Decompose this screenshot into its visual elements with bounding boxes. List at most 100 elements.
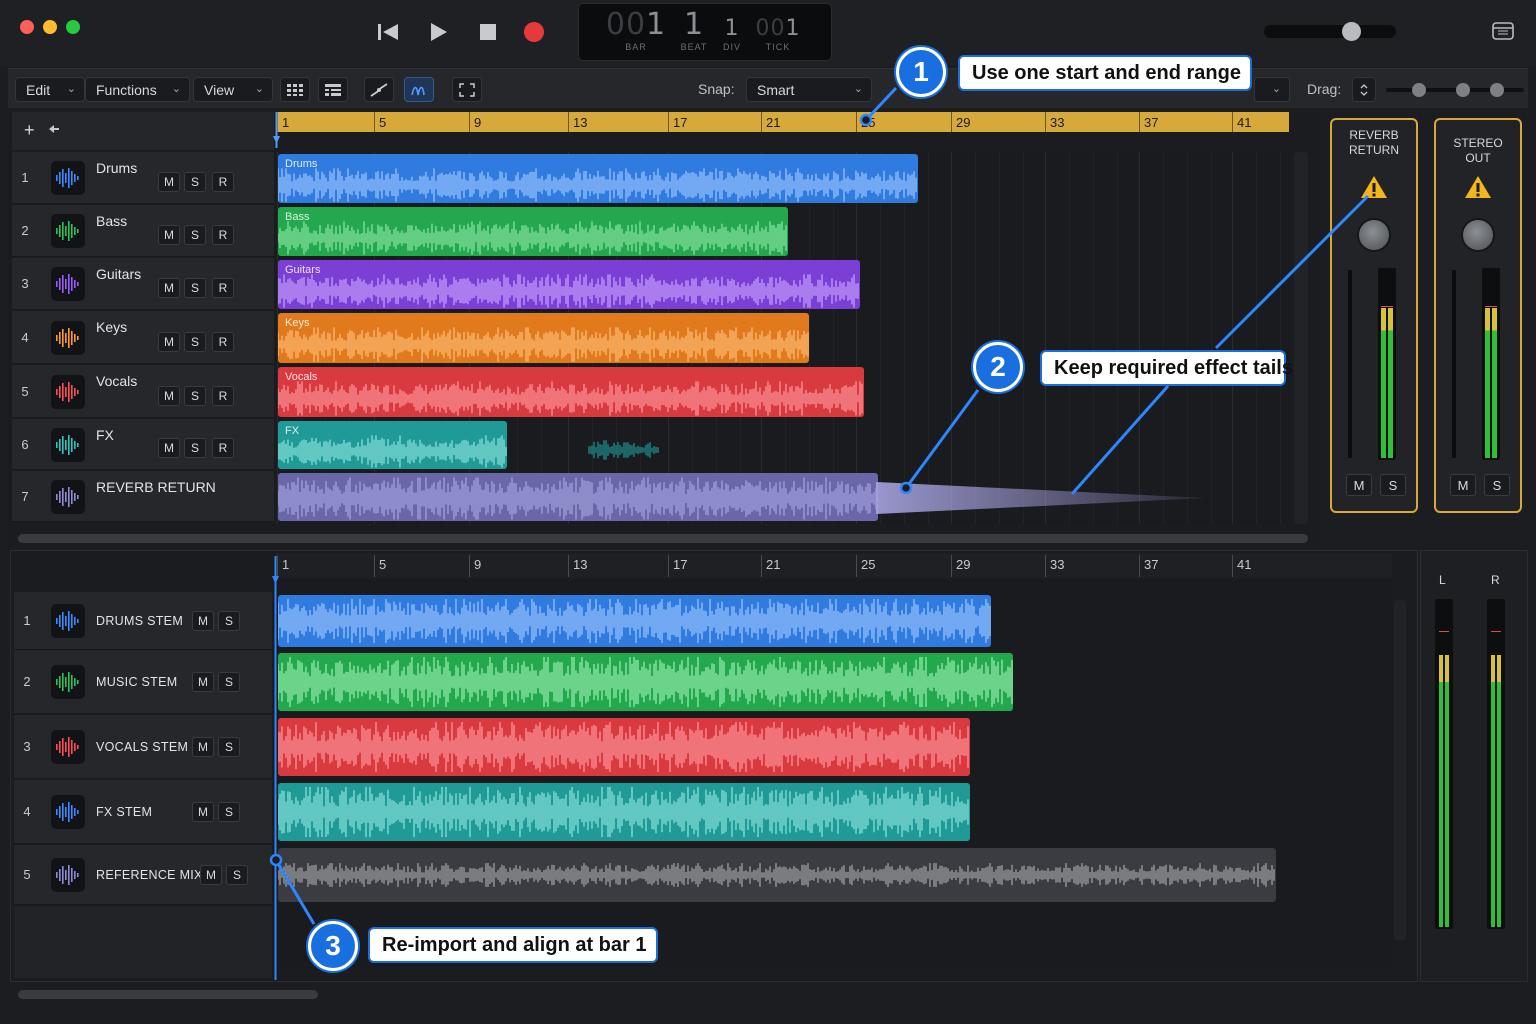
stem-region-vocals-stem[interactable]	[278, 718, 970, 776]
region-reverb-return[interactable]	[278, 473, 878, 521]
grid-view-button[interactable]	[280, 77, 310, 102]
horizontal-scrollbar[interactable]	[18, 534, 1308, 543]
stem-header-reference-mix[interactable]: 5 REFERENCE MIX M S	[14, 845, 272, 905]
region-keys[interactable]: Keys	[278, 313, 809, 363]
stem-header-drums-stem[interactable]: 1 DRUMS STEM M S	[14, 592, 272, 650]
close-window-button[interactable]	[20, 20, 34, 34]
stem-region-fx-stem[interactable]	[278, 783, 970, 841]
zoom-slider-handle[interactable]	[1412, 83, 1426, 97]
tick-value: 1	[785, 16, 801, 41]
stems-vertical-scrollbar[interactable]	[1394, 600, 1406, 940]
height-slider-handle[interactable]	[1456, 83, 1470, 97]
track-options-button[interactable]	[48, 122, 60, 140]
pan-knob[interactable]	[1461, 218, 1495, 252]
solo-button[interactable]: S	[218, 802, 240, 822]
stem-header-fx-stem[interactable]: 4 FX STEM M S	[14, 780, 272, 844]
record-arm-button[interactable]: R	[212, 172, 234, 192]
mute-button[interactable]: M	[158, 278, 180, 298]
drag-mode-select-collapsed[interactable]: ⌄	[1254, 77, 1290, 102]
vertical-scrollbar[interactable]	[1294, 152, 1308, 524]
add-track-button[interactable]: +	[24, 120, 35, 141]
solo-button[interactable]: S	[218, 611, 240, 631]
snap-select[interactable]: Smart ⌄	[746, 77, 872, 102]
track-header-drums[interactable]: 1 Drums M S R	[12, 152, 274, 204]
stems-horizontal-scrollbar[interactable]	[18, 990, 318, 999]
mute-button[interactable]: M	[192, 611, 214, 631]
stem-waveform	[278, 852, 1276, 898]
region-drums[interactable]: Drums	[278, 154, 918, 203]
region-fx[interactable]: FX	[278, 421, 507, 469]
region-guitars[interactable]: Guitars	[278, 260, 860, 309]
master-volume-slider[interactable]	[1264, 25, 1396, 38]
solo-button[interactable]: S	[184, 225, 206, 245]
track-header-bass[interactable]: 2 Bass M S R	[12, 205, 274, 257]
mute-button[interactable]: M	[192, 737, 214, 757]
mute-button[interactable]: M	[158, 438, 180, 458]
master-meter-right	[1487, 599, 1505, 929]
track-header-vocals[interactable]: 5 Vocals M S R	[12, 365, 274, 418]
flex-time-button[interactable]	[404, 77, 434, 102]
stop-button[interactable]	[472, 16, 504, 48]
mute-button[interactable]: M	[158, 225, 180, 245]
stem-region-drums-stem[interactable]	[278, 595, 991, 647]
stems-playhead[interactable]	[272, 556, 279, 980]
record-arm-button[interactable]: R	[212, 386, 234, 406]
functions-menu[interactable]: Functions ⌄	[85, 77, 190, 102]
record-arm-button[interactable]: R	[212, 332, 234, 352]
volume-fader[interactable]	[1452, 270, 1456, 458]
record-button[interactable]	[518, 16, 550, 48]
minimize-window-button[interactable]	[43, 20, 57, 34]
timeline-ruler[interactable]: 1 5 9 13 17 21 25 29 33 37 41	[277, 112, 1289, 132]
mute-button[interactable]: M	[158, 386, 180, 406]
stem-region-music-stem[interactable]	[278, 653, 1013, 711]
play-button[interactable]	[422, 16, 454, 48]
track-header-reverb-return[interactable]: 7 REVERB RETURN	[12, 471, 274, 522]
volume-fader[interactable]	[1348, 270, 1352, 458]
solo-button[interactable]: S	[1484, 474, 1510, 496]
record-arm-button[interactable]: R	[212, 278, 234, 298]
solo-button[interactable]: S	[218, 737, 240, 757]
solo-button[interactable]: S	[226, 865, 248, 885]
zoom-window-button[interactable]	[66, 20, 80, 34]
stems-timeline-ruler[interactable]: 1 5 9 13 17 21 25 29 33 37 41	[276, 553, 1392, 578]
track-header-guitars[interactable]: 3 Guitars M S R	[12, 258, 274, 310]
master-volume-handle[interactable]	[1342, 22, 1361, 41]
position-display[interactable]: 001 BAR 1 BEAT 1 DIV 001 TICK	[578, 3, 832, 61]
track-number: 2	[21, 223, 29, 238]
record-arm-button[interactable]: R	[212, 225, 234, 245]
track-header-keys[interactable]: 4 Keys M S R	[12, 311, 274, 364]
solo-button[interactable]: S	[218, 672, 240, 692]
edit-menu[interactable]: Edit ⌄	[15, 77, 85, 102]
mute-button[interactable]: M	[1346, 474, 1372, 496]
mute-button[interactable]: M	[158, 332, 180, 352]
mute-button[interactable]: M	[192, 672, 214, 692]
mute-button[interactable]: M	[200, 865, 222, 885]
region-vocals[interactable]: Vocals	[278, 367, 864, 417]
solo-button[interactable]: S	[184, 332, 206, 352]
stem-number: 2	[23, 674, 31, 689]
playhead-marker[interactable]	[273, 112, 280, 148]
track-header-fx[interactable]: 6 FX M S R	[12, 419, 274, 470]
stem-header-music-stem[interactable]: 2 MUSIC STEM M S	[14, 650, 272, 714]
solo-button[interactable]: S	[184, 278, 206, 298]
view-menu[interactable]: View ⌄	[193, 77, 273, 102]
automation-button[interactable]	[364, 77, 394, 102]
solo-button[interactable]: S	[184, 438, 206, 458]
list-view-button[interactable]	[318, 77, 348, 102]
record-arm-button[interactable]: R	[212, 438, 234, 458]
mute-button[interactable]: M	[1450, 474, 1476, 496]
stem-header-vocals-stem[interactable]: 3 VOCALS STEM M S	[14, 715, 272, 779]
drag-stepper[interactable]	[1352, 77, 1376, 102]
rewind-to-start-button[interactable]	[372, 16, 404, 48]
pan-knob[interactable]	[1357, 218, 1391, 252]
solo-button[interactable]: S	[1380, 474, 1406, 496]
waveform-zoom-handle[interactable]	[1490, 83, 1504, 97]
zoom-to-fit-button[interactable]	[452, 77, 482, 102]
window-layout-button[interactable]	[1492, 22, 1514, 45]
region-bass[interactable]: Bass	[278, 207, 788, 256]
mute-button[interactable]: M	[192, 802, 214, 822]
solo-button[interactable]: S	[184, 172, 206, 192]
solo-button[interactable]: S	[184, 386, 206, 406]
stem-region-reference-mix[interactable]	[278, 848, 1276, 902]
mute-button[interactable]: M	[158, 172, 180, 192]
